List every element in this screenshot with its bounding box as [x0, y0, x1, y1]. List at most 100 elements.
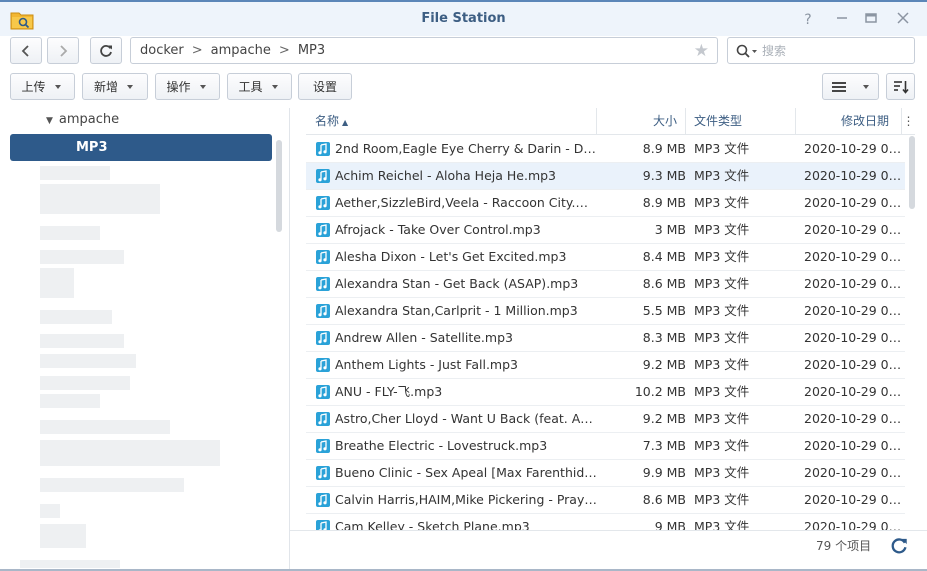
blurred-tree-item — [40, 376, 130, 390]
file-row[interactable]: Aether,SizzleBird,Veela - Raccoon City.m… — [306, 190, 905, 217]
action-label: 操作 — [166, 80, 191, 94]
sort-button[interactable] — [886, 73, 915, 100]
refresh-button[interactable] — [90, 37, 122, 64]
file-name: Alexandra Stan,Carlprit - 1 Million.mp3 — [335, 303, 578, 318]
blurred-tree-item — [40, 334, 124, 348]
close-icon[interactable] — [893, 10, 913, 30]
help-icon[interactable]: ? — [798, 10, 818, 30]
refresh-icon[interactable] — [890, 537, 908, 555]
file-name: Aether,SizzleBird,Veela - Raccoon City.m… — [335, 195, 597, 210]
file-row[interactable]: Astro,Cher Lloyd - Want U Back (feat. As… — [306, 406, 905, 433]
file-row[interactable]: Andrew Allen - Satellite.mp3 8.3 MB MP3 文件… — [306, 325, 905, 352]
path-separator: > — [278, 43, 290, 58]
list-view-icon — [831, 81, 846, 92]
blurred-tree-item — [40, 478, 184, 492]
file-row[interactable]: 2nd Room,Eagle Eye Cherry & Darin - Dr..… — [306, 136, 905, 163]
blurred-tree-item — [40, 268, 74, 298]
file-row[interactable]: Alexandra Stan,Carlprit - 1 Million.mp3 5… — [306, 298, 905, 325]
blurred-tree-item — [40, 184, 160, 214]
blurred-tree-item — [20, 560, 120, 568]
path-segment-mp3[interactable]: MP3 — [298, 43, 325, 58]
back-button[interactable] — [10, 37, 42, 64]
file-modified: 2020-10-29 09... — [804, 438, 904, 453]
file-row[interactable]: Cam Kelley - Sketch Plane.mp3 9 MB MP3 文件 2… — [306, 514, 905, 530]
file-modified: 2020-10-29 09... — [804, 519, 904, 530]
file-row[interactable]: Achim Reichel - Aloha Heja He.mp3 9.3 MB M… — [306, 163, 905, 190]
music-file-icon — [316, 223, 330, 237]
minimize-icon[interactable] — [832, 10, 852, 30]
tree-node-ampache[interactable]: ▼ ampache — [46, 112, 119, 127]
blurred-tree-item — [40, 250, 124, 264]
status-bar: 79 个项目 — [290, 530, 927, 571]
search-placeholder: 搜索 — [762, 44, 787, 58]
list-scrollbar[interactable] — [909, 136, 915, 209]
caret-down-icon: ▼ — [46, 116, 53, 126]
blurred-tree-item — [40, 440, 220, 466]
file-type: MP3 文件 — [694, 411, 750, 426]
chevron-right-icon — [60, 44, 68, 57]
file-row[interactable]: Breathe Electric - Lovestruck.mp3 7.3 MB M… — [306, 433, 905, 460]
column-header: 名称 ▲ 大小 文件类型 修改日期 ⋮ — [306, 108, 915, 135]
chevron-down-icon — [862, 84, 869, 89]
action-button[interactable]: 操作 — [155, 73, 220, 100]
chevron-down-icon — [54, 84, 61, 89]
file-size: 9.2 MB — [642, 357, 686, 372]
column-header-name[interactable]: 名称 ▲ — [306, 108, 597, 135]
path-bar[interactable]: docker > ampache > MP3 ★ — [130, 37, 718, 64]
file-row[interactable]: Afrojack - Take Over Control.mp3 3 MB MP3 … — [306, 217, 905, 244]
music-file-icon — [316, 142, 330, 156]
search-box[interactable]: 搜索 — [727, 37, 915, 64]
tools-button[interactable]: 工具 — [227, 73, 292, 100]
music-file-icon — [316, 277, 330, 291]
file-size: 7.3 MB — [642, 438, 686, 453]
music-file-icon — [316, 466, 330, 480]
file-type: MP3 文件 — [694, 222, 750, 237]
tree-node-mp3[interactable]: MP3 — [10, 134, 272, 161]
file-row[interactable]: Alexandra Stan - Get Back (ASAP).mp3 8.6 … — [306, 271, 905, 298]
file-size: 8.4 MB — [642, 249, 686, 264]
column-header-type[interactable]: 文件类型 — [686, 108, 796, 135]
file-modified: 2020-10-29 09... — [804, 222, 904, 237]
file-type: MP3 文件 — [694, 141, 750, 156]
star-icon[interactable]: ★ — [694, 41, 709, 61]
settings-button[interactable]: 设置 — [298, 73, 352, 100]
file-modified: 2020-10-29 09... — [804, 492, 904, 507]
column-header-size[interactable]: 大小 — [597, 108, 686, 135]
path-segment-ampache[interactable]: ampache — [211, 43, 271, 58]
music-file-icon — [316, 439, 330, 453]
search-icon — [736, 44, 757, 58]
music-file-icon — [316, 331, 330, 345]
view-toggle-button[interactable] — [822, 73, 879, 100]
chevron-left-icon — [21, 44, 29, 57]
chevron-down-icon — [127, 84, 133, 89]
file-row[interactable]: ANU - FLY-飞.mp3 10.2 MB MP3 文件 2020-10-29 0… — [306, 379, 905, 406]
file-row[interactable]: Calvin Harris,HAIM,Mike Pickering - Pray… — [306, 487, 905, 514]
upload-button[interactable]: 上传 — [10, 73, 75, 100]
column-menu-icon[interactable]: ⋮ — [902, 108, 915, 135]
file-rows: 2nd Room,Eagle Eye Cherry & Darin - Dr..… — [306, 136, 905, 530]
music-file-icon — [316, 493, 330, 507]
window-title: File Station — [421, 11, 506, 26]
file-type: MP3 文件 — [694, 384, 750, 399]
file-modified: 2020-10-29 09... — [804, 141, 904, 156]
music-file-icon — [316, 385, 330, 399]
file-row[interactable]: Alesha Dixon - Let's Get Excited.mp3 8.4 … — [306, 244, 905, 271]
file-size: 5.5 MB — [642, 303, 686, 318]
file-name: Cam Kelley - Sketch Plane.mp3 — [335, 519, 530, 530]
file-name: Afrojack - Take Over Control.mp3 — [335, 222, 541, 237]
file-row[interactable]: Bueno Clinic - Sex Apeal [Max Farenthide… — [306, 460, 905, 487]
maximize-icon[interactable] — [861, 10, 881, 30]
create-button[interactable]: 新增 — [82, 73, 148, 100]
forward-button[interactable] — [47, 37, 79, 64]
file-list: 名称 ▲ 大小 文件类型 修改日期 ⋮ 2nd Room,Eagle Eye Ch… — [306, 108, 915, 530]
file-row[interactable]: Anthem Lights - Just Fall.mp3 9.2 MB MP3 文… — [306, 352, 905, 379]
file-name: ANU - FLY-飞.mp3 — [335, 384, 443, 399]
path-segment-docker[interactable]: docker — [140, 43, 184, 58]
music-file-icon — [316, 520, 330, 530]
file-type: MP3 文件 — [694, 465, 750, 480]
tree-scrollbar[interactable] — [276, 140, 282, 232]
settings-label: 设置 — [312, 80, 337, 94]
column-header-modified[interactable]: 修改日期 — [796, 108, 902, 135]
file-modified: 2020-10-29 09... — [804, 249, 904, 264]
tools-label: 工具 — [238, 80, 263, 94]
